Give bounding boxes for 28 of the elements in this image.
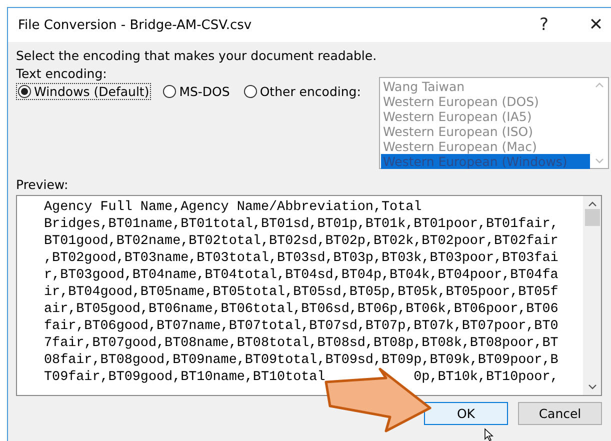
encoding-radio[interactable]: Windows (Default) [16, 83, 152, 100]
encoding-label: Text encoding: [16, 66, 108, 81]
preview-text: air,BT05good,BT06name,BT06total,BT06sd,BT06p,BT06k,BT06poor,BT06 [44, 301, 558, 318]
preview-text: 7fair,BT07good,BT08name,BT08total,BT08sd,BT08p,BT08k,BT08poor,BT [44, 335, 558, 352]
close-button[interactable]: ✕ [576, 15, 611, 35]
scroll-down-icon[interactable] [588, 384, 596, 390]
scrollbar-thumb[interactable] [584, 209, 600, 226]
preview-text: BT01good,BT02name,BT02total,BT02sd,BT02p,BT02k,BT02poor,BT02fair [44, 233, 558, 250]
encoding-radio[interactable]: Other encoding: [242, 83, 363, 100]
dialog-button[interactable]: OK [424, 402, 508, 425]
preview-text: T09fair,BT09good,BT10name,BT10total [44, 369, 326, 386]
preview-scrollbar[interactable] [583, 196, 601, 395]
preview-text: Agency Full Name,Agency Name/Abbreviation,Total [44, 199, 422, 216]
scroll-up-icon[interactable] [588, 201, 596, 207]
window-title: File Conversion - Bridge-AM-CSV.csv [18, 18, 253, 32]
encoding-radio[interactable]: MS-DOS [161, 83, 232, 100]
preview-text: fair,BT06good,BT07name,BT07total,BT07sd,BT07p,BT07k,BT07poor,BT0 [44, 318, 558, 335]
instruction-text: Select the encoding that makes your document readable. [16, 48, 378, 63]
preview-text: 08fair,BT08good,BT09name,BT09total,BT09sd,BT09p,BT09k,BT09poor,B [44, 352, 558, 369]
mouse-pointer-icon [484, 428, 494, 441]
preview-text: ,BT02good,BT03name,BT03total,BT03sd,BT03p,BT03k,BT03poor,BT03fai [44, 250, 558, 267]
help-button[interactable]: ? [524, 15, 564, 35]
preview-text: 0p,BT10k,BT10poor, [414, 369, 558, 386]
preview-text: r,BT03good,BT04name,BT04total,BT04sd,BT04p,BT04k,BT04poor,BT04fa [44, 267, 558, 284]
preview-label: Preview: [16, 177, 70, 192]
dialog-button[interactable]: Cancel [518, 402, 602, 425]
preview-text: Bridges,BT01name,BT01total,BT01sd,BT01p,BT01k,BT01poor,BT01fair, [44, 216, 558, 233]
preview-text: ir,BT04good,BT05name,BT05total,BT05sd,BT05p,BT05k,BT05poor,BT05f [44, 284, 558, 301]
